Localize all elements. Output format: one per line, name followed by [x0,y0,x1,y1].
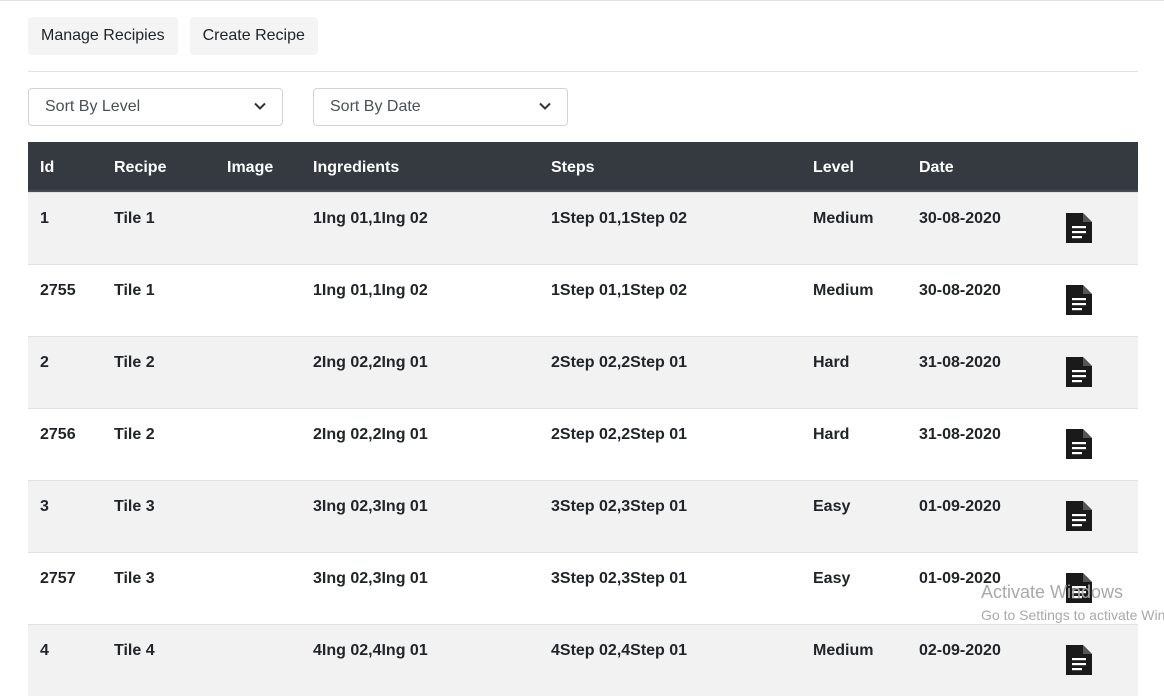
cell-level: Medium [813,642,874,659]
cell-date: 01-09-2020 [919,570,1001,587]
cell-steps: 3Step 02,3Step 01 [551,498,688,515]
table-row: 2755 Tile 1 1Ing 01,1Ing 02 1Step 01,1Step … [28,264,1138,336]
table-row: 2756 Tile 2 2Ing 02,2Ing 01 2Step 02,2Step … [28,408,1138,480]
cell-ingredients: 4Ing 02,4Ing 01 [313,642,428,659]
cell-id: 2757 [40,570,76,587]
cell-ingredients: 3Ing 02,3Ing 01 [313,498,428,515]
chevron-down-icon [254,101,266,113]
header-ingredients: Ingredients [313,159,400,176]
cell-steps: 4Step 02,4Step 01 [551,642,688,659]
top-border [0,0,1164,1]
cell-id: 2756 [40,426,76,443]
document-icon[interactable] [1064,571,1094,605]
cell-ingredients: 1Ing 01,1Ing 02 [313,210,428,227]
cell-id: 4 [40,642,49,659]
cell-id: 2755 [40,282,76,299]
cell-id: 3 [40,498,49,515]
divider [28,71,1138,72]
sort-by-level-value: Sort By Level [45,98,141,115]
header-level: Level [813,159,854,176]
cell-ingredients: 2Ing 02,2Ing 01 [313,354,428,371]
cell-level: Hard [813,426,850,443]
cell-ingredients: 3Ing 02,3Ing 01 [313,570,428,587]
cell-recipe: Tile 1 [114,210,155,227]
document-icon[interactable] [1064,427,1094,461]
header-id: Id [40,159,55,176]
cell-date: 31-08-2020 [919,426,1001,443]
cell-date: 30-08-2020 [919,210,1001,227]
cell-date: 02-09-2020 [919,642,1001,659]
cell-level: Easy [813,498,851,515]
manage-recipes-button[interactable]: Manage Recipies [28,17,178,55]
cell-level: Medium [813,282,874,299]
document-icon[interactable] [1064,283,1094,317]
header-image: Image [227,159,274,176]
chevron-down-icon [539,101,551,113]
cell-ingredients: 2Ing 02,2Ing 01 [313,426,428,443]
table-row: 3 Tile 3 3Ing 02,3Ing 01 3Step 02,3Step 01 E… [28,480,1138,552]
document-icon[interactable] [1064,211,1094,245]
cell-ingredients: 1Ing 01,1Ing 02 [313,282,428,299]
cell-recipe: Tile 2 [114,354,155,371]
cell-date: 31-08-2020 [919,354,1001,371]
document-icon[interactable] [1064,499,1094,533]
cell-recipe: Tile 1 [114,282,155,299]
cell-recipe: Tile 2 [114,426,155,443]
cell-steps: 2Step 02,2Step 01 [551,354,688,371]
header-recipe: Recipe [114,159,167,176]
cell-date: 01-09-2020 [919,498,1001,515]
cell-level: Hard [813,354,850,371]
cell-date: 30-08-2020 [919,282,1001,299]
cell-id: 1 [40,210,49,227]
table-row: 4 Tile 4 4Ing 02,4Ing 01 4Step 02,4Step 01 M… [28,624,1138,696]
create-recipe-button[interactable]: Create Recipe [189,17,318,55]
sort-by-date-value: Sort By Date [330,98,421,115]
cell-recipe: Tile 3 [114,498,155,515]
cell-steps: 3Step 02,3Step 01 [551,570,688,587]
cell-level: Medium [813,210,874,227]
cell-recipe: Tile 4 [114,642,155,659]
cell-steps: 1Step 01,1Step 02 [551,210,688,227]
document-icon[interactable] [1064,643,1094,677]
cell-id: 2 [40,354,49,371]
cell-level: Easy [813,570,851,587]
cell-steps: 1Step 01,1Step 02 [551,282,688,299]
top-nav: Manage Recipies Create Recipe [28,17,318,55]
table-header: Id Recipe Image Ingredients Steps Level … [28,142,1138,192]
header-date: Date [919,159,954,176]
cell-recipe: Tile 3 [114,570,155,587]
table-row: 1 Tile 1 1Ing 01,1Ing 02 1Step 01,1Step 02 M… [28,192,1138,264]
cell-steps: 2Step 02,2Step 01 [551,426,688,443]
document-icon[interactable] [1064,355,1094,389]
table-row: 2757 Tile 3 3Ing 02,3Ing 01 3Step 02,3Step … [28,552,1138,624]
sort-by-level-select[interactable]: Sort By Level [28,88,283,126]
recipes-table: Id Recipe Image Ingredients Steps Level … [28,142,1138,696]
sort-by-date-select[interactable]: Sort By Date [313,88,568,126]
header-steps: Steps [551,159,595,176]
table-body: 1 Tile 1 1Ing 01,1Ing 02 1Step 01,1Step 02 M… [28,192,1138,696]
table-row: 2 Tile 2 2Ing 02,2Ing 01 2Step 02,2Step 01 H… [28,336,1138,408]
